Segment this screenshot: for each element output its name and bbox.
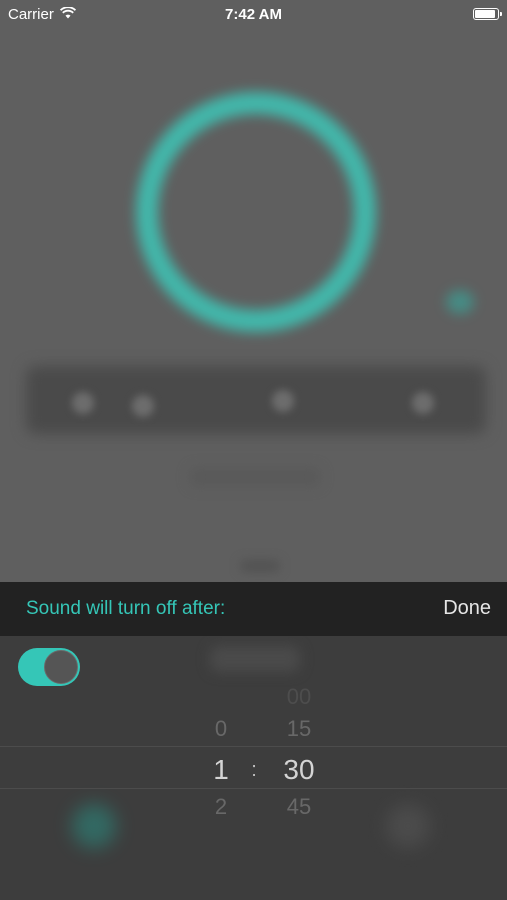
sleep-timer-toggle[interactable]: [18, 648, 80, 686]
background-blur: [210, 646, 300, 672]
hour-option-selected[interactable]: 1: [206, 754, 236, 786]
background-text: [190, 468, 320, 486]
picker-selection-line-bottom: [0, 788, 507, 789]
strip-dot: [272, 390, 294, 412]
background-blur: [386, 804, 430, 848]
picker-separator: :: [251, 759, 257, 781]
background-text: [240, 560, 280, 572]
background-blur: [72, 804, 116, 848]
picker-selection-line-top: [0, 746, 507, 747]
status-bar: Carrier 7:42 AM: [0, 0, 507, 28]
minute-option[interactable]: 45: [276, 794, 322, 820]
strip-dot: [72, 392, 94, 414]
battery-icon: [473, 8, 502, 20]
hour-option[interactable]: 0: [206, 716, 236, 742]
hour-option[interactable]: 2: [206, 794, 236, 820]
strip-dot: [132, 395, 154, 417]
battery-level: [475, 10, 495, 18]
minute-option[interactable]: 00: [276, 684, 322, 710]
background-blob: [446, 290, 474, 314]
sheet-body: 0 1 2 : 00 15 30 45: [0, 636, 507, 900]
strip-dot: [412, 392, 434, 414]
done-button[interactable]: Done: [443, 597, 491, 620]
sheet-header: Sound will turn off after: Done: [0, 582, 507, 636]
minute-option[interactable]: 15: [276, 716, 322, 742]
toggle-knob: [44, 650, 78, 684]
sheet-title: Sound will turn off after:: [26, 598, 226, 619]
minute-option-selected[interactable]: 30: [276, 754, 322, 786]
progress-ring: [136, 92, 376, 332]
status-time: 7:42 AM: [225, 6, 282, 23]
